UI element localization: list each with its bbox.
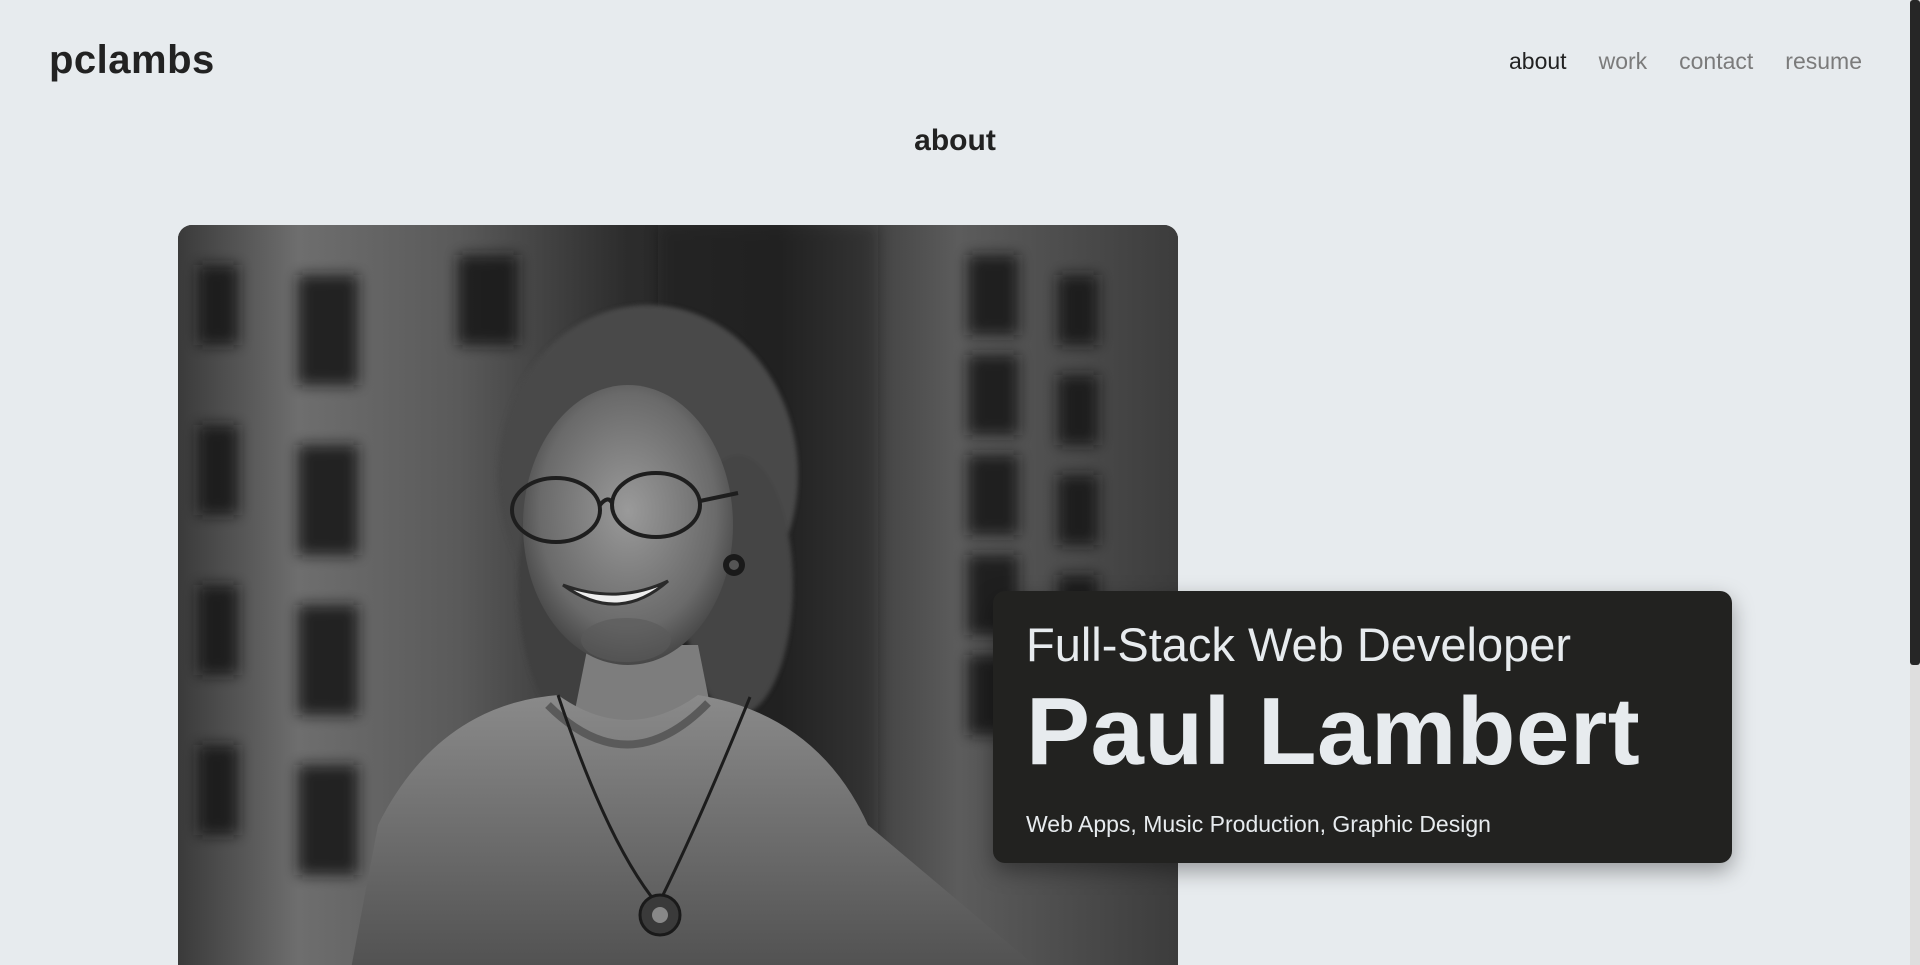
- scrollbar-thumb[interactable]: [1910, 0, 1920, 665]
- nav-link-contact[interactable]: contact: [1679, 48, 1753, 75]
- nav-link-about[interactable]: about: [1509, 48, 1567, 75]
- site-logo[interactable]: pclambs: [49, 38, 215, 83]
- page: pclambs about work contact resume about: [0, 0, 1920, 965]
- intro-card: Full-Stack Web Developer Paul Lambert We…: [993, 591, 1732, 863]
- nav-link-work[interactable]: work: [1599, 48, 1648, 75]
- job-title: Full-Stack Web Developer: [1026, 618, 1572, 671]
- main-nav: about work contact resume: [1509, 48, 1862, 75]
- skills-text: Web Apps, Music Production, Graphic Desi…: [1026, 811, 1491, 837]
- scrollbar-track[interactable]: [1910, 0, 1920, 965]
- section-title: about: [914, 124, 996, 157]
- person-name: Paul Lambert: [1026, 678, 1641, 785]
- nav-link-resume[interactable]: resume: [1785, 48, 1862, 75]
